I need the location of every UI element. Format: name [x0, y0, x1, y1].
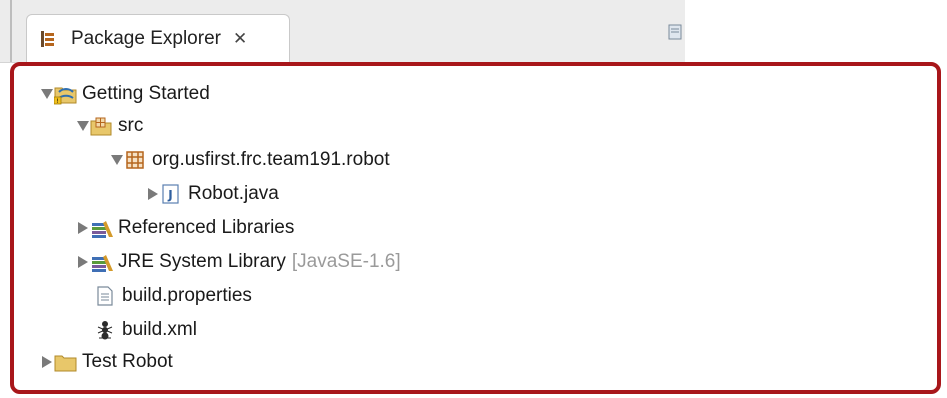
- tree-item-project[interactable]: ! Getting Started: [40, 78, 210, 110]
- tab-label: Package Explorer: [71, 27, 221, 49]
- referenced-libraries-label: Referenced Libraries: [118, 217, 295, 238]
- tree-item-build-properties[interactable]: build.properties: [94, 280, 252, 312]
- tree-item-src[interactable]: src: [76, 110, 143, 142]
- tree-item-jre-system-library[interactable]: JRE System Library [JavaSE-1.6]: [76, 246, 401, 278]
- close-icon[interactable]: ✕: [233, 30, 247, 47]
- tree-item-referenced-libraries[interactable]: Referenced Libraries: [76, 212, 294, 244]
- view-menu-icon[interactable]: [668, 24, 682, 40]
- tree-item-robot-java[interactable]: J Robot.java: [146, 178, 279, 210]
- text-file-icon: [94, 285, 116, 307]
- robot-java-label: Robot.java: [188, 183, 279, 204]
- java-project-icon: [54, 351, 77, 373]
- tab-bar-edge: [10, 0, 12, 62]
- src-label: src: [118, 115, 144, 136]
- library-icon: [90, 251, 113, 273]
- tree-item-package[interactable]: org.usfirst.frc.team191.robot: [110, 144, 390, 176]
- package-explorer-icon: [39, 30, 57, 48]
- expanded-arrow-icon[interactable]: [76, 119, 90, 133]
- package-label: org.usfirst.frc.team191.robot: [152, 149, 390, 170]
- collapsed-arrow-icon[interactable]: [146, 187, 160, 201]
- svg-text:J: J: [167, 188, 172, 202]
- ant-file-icon: [94, 319, 116, 341]
- package-icon: [124, 149, 146, 171]
- source-folder-icon: [90, 115, 112, 137]
- expanded-arrow-icon[interactable]: [40, 87, 54, 101]
- collapsed-arrow-icon[interactable]: [76, 255, 90, 269]
- project-label: Getting Started: [82, 83, 210, 104]
- jre-system-library-label: JRE System Library: [118, 251, 286, 272]
- collapsed-arrow-icon[interactable]: [40, 355, 54, 369]
- build-xml-label: build.xml: [122, 319, 197, 340]
- build-properties-label: build.properties: [122, 285, 252, 306]
- view-tab-bar: Package Explorer ✕: [0, 0, 685, 63]
- library-icon: [90, 217, 113, 239]
- java-file-icon: J: [160, 183, 182, 205]
- jre-version-decoration: [JavaSE-1.6]: [291, 251, 401, 272]
- expanded-arrow-icon[interactable]: [110, 153, 124, 167]
- java-project-icon: !: [53, 83, 77, 105]
- svg-text:!: !: [56, 98, 58, 105]
- collapsed-arrow-icon[interactable]: [76, 221, 90, 235]
- tree-item-next-project[interactable]: Test Robot: [40, 346, 173, 378]
- tree-item-build-xml[interactable]: build.xml: [94, 314, 197, 346]
- package-explorer-tree[interactable]: ! Getting Started src org.usfirst.frc.te…: [10, 62, 941, 394]
- next-project-label: Test Robot: [82, 351, 173, 372]
- tab-package-explorer[interactable]: Package Explorer ✕: [26, 14, 290, 62]
